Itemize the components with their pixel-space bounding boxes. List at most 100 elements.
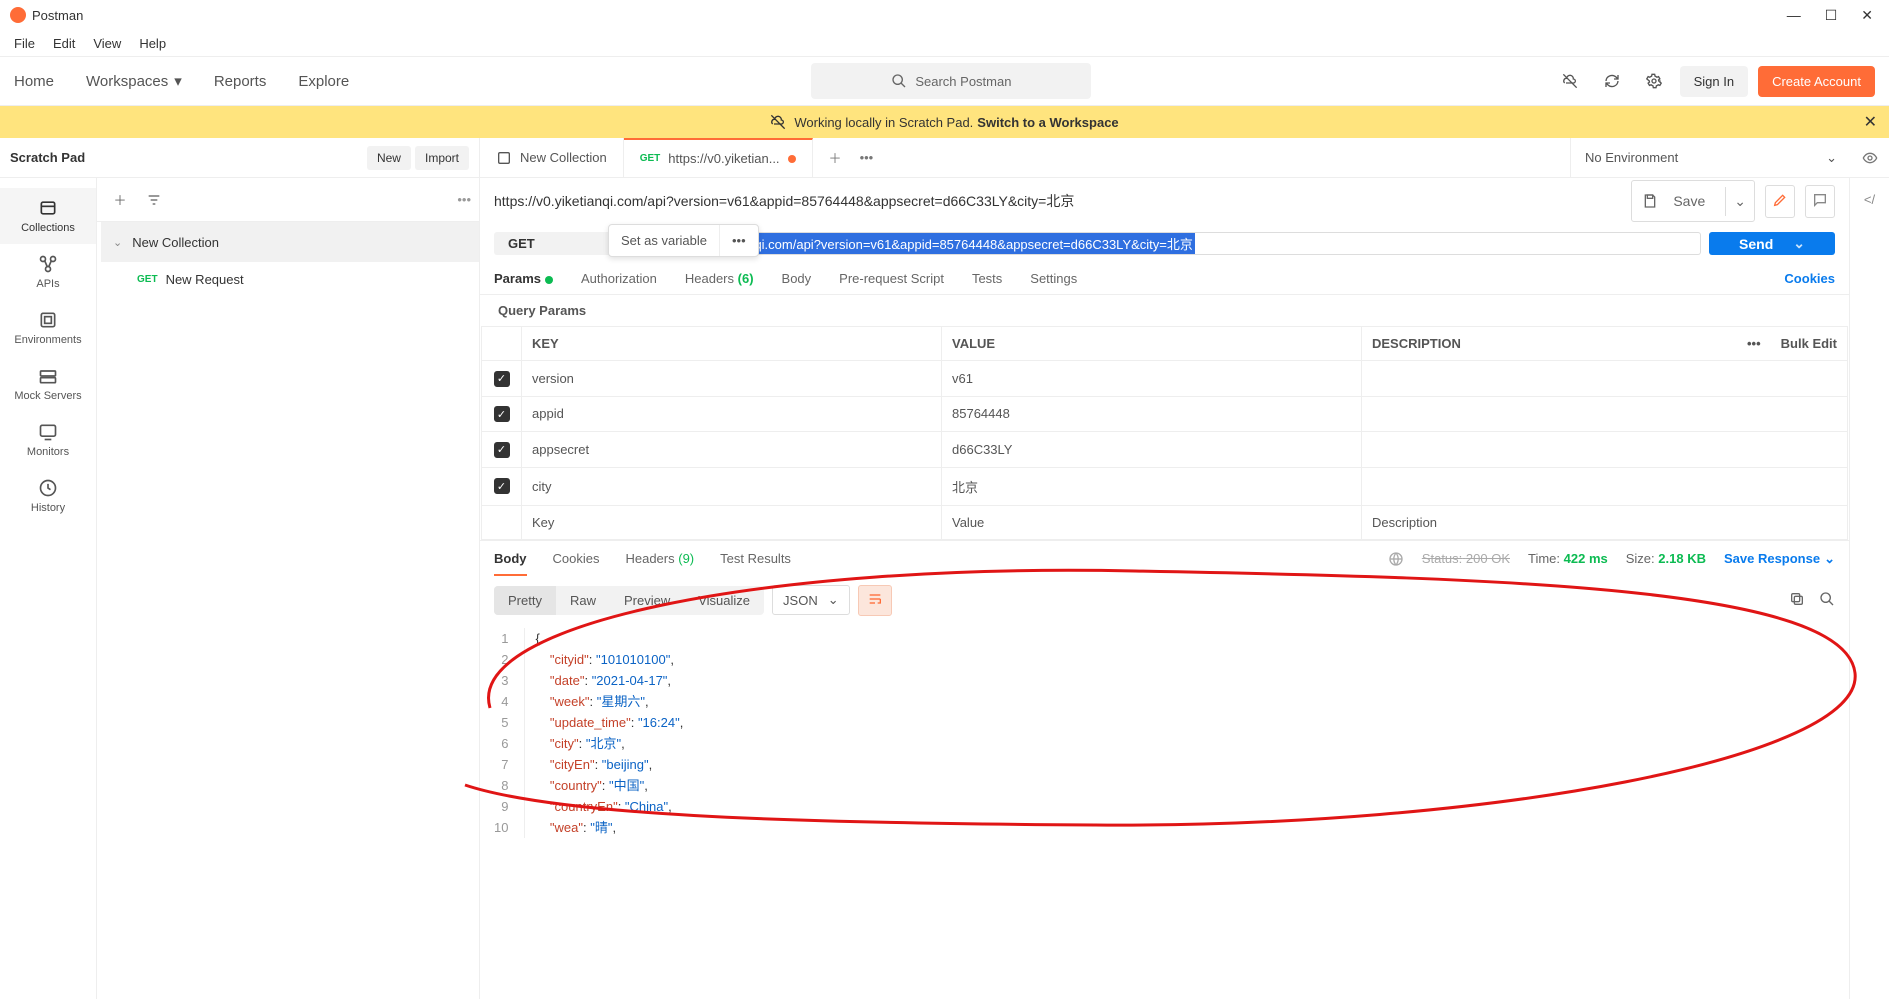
checkbox-icon[interactable]: ✓ [494,406,510,422]
wrap-lines-icon[interactable] [858,585,892,616]
sync-icon[interactable] [1596,65,1628,97]
chevron-down-icon: ⌄ [828,592,839,608]
search-response-icon[interactable] [1819,591,1835,610]
cloud-off-icon[interactable] [1554,65,1586,97]
table-row[interactable]: ✓ appid 85764448 [482,396,1848,432]
chevron-down-icon[interactable]: ⌄ [1725,187,1754,216]
param-key[interactable]: version [522,361,942,397]
param-value[interactable]: 北京 [942,467,1362,505]
checkbox-icon[interactable]: ✓ [494,442,510,458]
tab-request[interactable]: GET https://v0.yiketian... [624,138,813,177]
bulk-edit-button[interactable]: Bulk Edit [1781,336,1837,351]
column-options-icon[interactable]: ••• [1747,336,1761,351]
tab-body[interactable]: Body [782,271,812,286]
param-key[interactable]: appid [522,396,942,432]
param-desc[interactable] [1362,467,1848,505]
resp-tab-cookies[interactable]: Cookies [553,551,600,566]
menu-edit[interactable]: Edit [45,34,83,53]
sidebar: ＋ ••• ⌄ New Collection GET New Request [97,178,480,999]
table-row[interactable]: ✓ city 北京 [482,467,1848,505]
view-pretty[interactable]: Pretty [494,586,556,615]
sidebar-options-icon[interactable]: ••• [457,192,471,207]
checkbox-icon[interactable]: ✓ [494,478,510,494]
th-key: KEY [522,327,942,361]
url-input[interactable]: https://v0.yiketianqi.com/api?version=v6… [642,232,1701,255]
new-tab-button[interactable]: ＋ [829,148,842,167]
sidebar-request[interactable]: GET New Request [97,262,479,296]
view-visualize[interactable]: Visualize [684,586,764,615]
window-minimize-icon[interactable]: — [1787,7,1801,23]
response-body[interactable]: 12345678910 { "cityid": "101010100", "da… [480,624,1849,842]
nav-reports[interactable]: Reports [214,73,267,90]
tab-tests[interactable]: Tests [972,271,1002,286]
popup-options-icon[interactable]: ••• [719,225,758,256]
send-button[interactable]: Send ⌄ [1709,232,1835,255]
rail-mock-servers[interactable]: Mock Servers [0,356,96,412]
view-preview[interactable]: Preview [610,586,684,615]
table-row-placeholder[interactable]: KeyValueDescription [482,505,1848,539]
table-row[interactable]: ✓ version v61 [482,361,1848,397]
param-key[interactable]: appsecret [522,432,942,468]
tab-options-icon[interactable]: ••• [860,150,874,165]
rail-history[interactable]: History [0,468,96,524]
menu-view[interactable]: View [85,34,129,53]
nav-explore[interactable]: Explore [298,73,349,90]
response-meta: Status: 200 OK Time: 422 ms Size: 2.18 K… [1388,551,1835,567]
tab-params[interactable]: Params [494,271,553,286]
format-selector[interactable]: JSON ⌄ [772,585,850,615]
banner-close-icon[interactable]: ✕ [1864,112,1877,132]
globe-icon[interactable] [1388,551,1404,567]
param-desc[interactable] [1362,432,1848,468]
window-maximize-icon[interactable]: ☐ [1825,7,1838,24]
environment-selector[interactable]: No Environment ⌄ [1571,138,1851,177]
nav-home[interactable]: Home [14,73,54,90]
sidebar-collection[interactable]: ⌄ New Collection [101,222,479,262]
resp-tab-tests[interactable]: Test Results [720,551,791,566]
env-quicklook-icon[interactable] [1851,138,1889,177]
checkbox-icon[interactable]: ✓ [494,371,510,387]
resp-tab-body[interactable]: Body [494,551,527,566]
save-response-button[interactable]: Save Response ⌄ [1724,551,1835,567]
nav-workspaces[interactable]: Workspaces▾ [86,72,182,90]
resp-tab-headers[interactable]: Headers (9) [625,551,694,566]
copy-icon[interactable] [1789,591,1805,610]
param-key[interactable]: city [522,467,942,505]
rail-collections[interactable]: Collections [0,188,96,244]
th-description: DESCRIPTION ••• Bulk Edit [1362,327,1848,361]
view-raw[interactable]: Raw [556,586,610,615]
menu-help[interactable]: Help [131,34,174,53]
chevron-down-icon: ⌄ [1826,150,1837,166]
chevron-down-icon: ▾ [174,72,182,90]
param-value[interactable]: d66C33LY [942,432,1362,468]
create-account-button[interactable]: Create Account [1758,66,1875,97]
sidebar-add-button[interactable]: ＋ [105,185,135,215]
tab-collection[interactable]: New Collection [480,138,624,177]
tab-authorization[interactable]: Authorization [581,271,657,286]
sign-in-button[interactable]: Sign In [1680,66,1748,97]
param-desc[interactable] [1362,396,1848,432]
switch-workspace-link[interactable]: Switch to a Workspace [977,115,1118,130]
table-row[interactable]: ✓ appsecret d66C33LY [482,432,1848,468]
param-value[interactable]: 85764448 [942,396,1362,432]
rail-monitors[interactable]: Monitors [0,412,96,468]
code-snippet-icon[interactable]: </ [1864,192,1875,207]
cookies-link[interactable]: Cookies [1784,271,1835,286]
import-button[interactable]: Import [415,146,469,170]
comment-icon[interactable] [1805,185,1835,218]
sidebar-filter-icon[interactable] [139,185,169,215]
save-button[interactable]: Save ⌄ [1631,180,1755,222]
rail-apis[interactable]: APIs [0,244,96,300]
tab-headers[interactable]: Headers (6) [685,271,754,286]
param-value[interactable]: v61 [942,361,1362,397]
rail-environments[interactable]: Environments [0,300,96,356]
set-as-variable-button[interactable]: Set as variable [609,225,719,256]
menu-file[interactable]: File [6,34,43,53]
param-desc[interactable] [1362,361,1848,397]
new-button[interactable]: New [367,146,411,170]
edit-icon[interactable] [1765,185,1795,218]
tab-prerequest[interactable]: Pre-request Script [839,271,944,286]
search-input[interactable]: Search Postman [811,63,1091,99]
tab-settings[interactable]: Settings [1030,271,1077,286]
window-close-icon[interactable]: ✕ [1861,7,1873,24]
settings-icon[interactable] [1638,65,1670,97]
